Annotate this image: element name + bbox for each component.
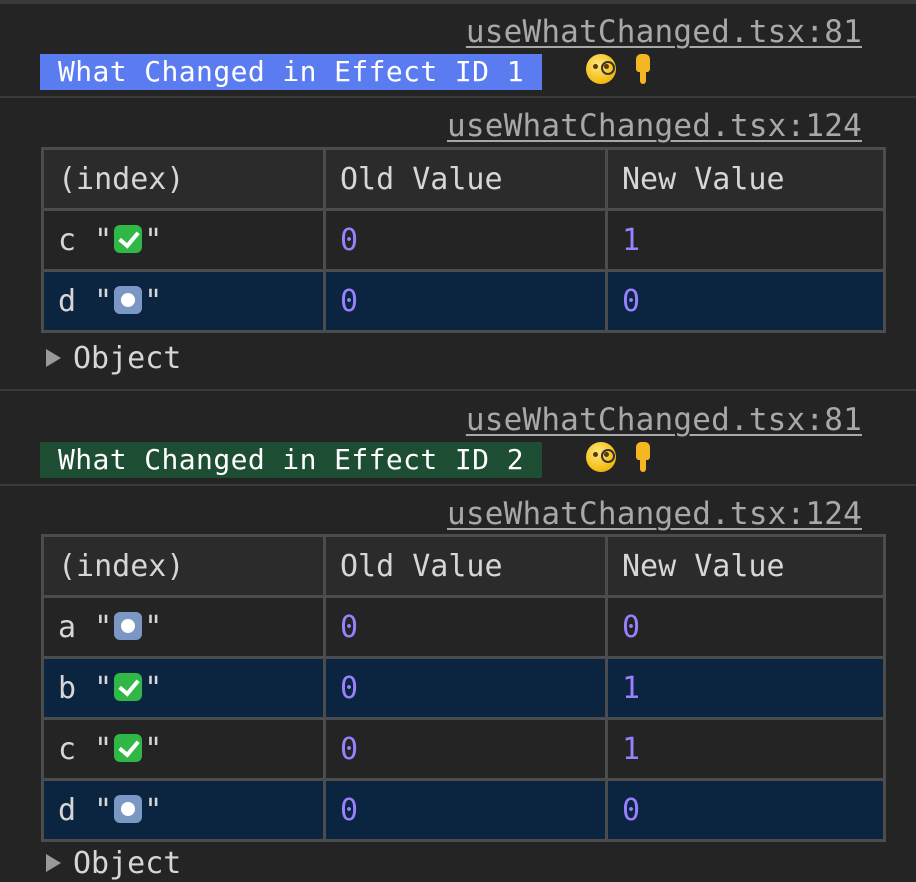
old-value-cell: 0: [323, 269, 608, 333]
check-mark-icon: [114, 224, 143, 253]
quote-open: ": [94, 731, 113, 767]
table-header-row: (index) Old Value New Value: [41, 147, 886, 211]
object-expander-2[interactable]: Object: [46, 846, 181, 882]
new-value-cell: 0: [605, 778, 886, 842]
new-value-cell: 0: [605, 269, 886, 333]
source-link-log-1[interactable]: useWhatChanged.tsx:81: [466, 14, 862, 50]
check-mark-icon: [114, 733, 143, 762]
table-row: d " " 0 0: [41, 778, 886, 842]
old-value-cell: 0: [323, 778, 608, 842]
new-value-cell: 0: [605, 595, 886, 659]
column-header-index[interactable]: (index): [41, 534, 326, 598]
quote-close: ": [144, 283, 163, 319]
changes-table-1: (index) Old Value New Value c " " 0 1 d "…: [41, 147, 886, 333]
row-key: c: [58, 731, 77, 767]
quote-close: ": [144, 670, 163, 706]
row-index-cell: d " ": [41, 269, 326, 333]
pointing-down-icon: [632, 54, 654, 93]
table-row: c " " 0 1: [41, 208, 886, 272]
old-value-cell: 0: [323, 656, 608, 720]
column-header-new-value[interactable]: New Value: [605, 534, 886, 598]
table-row: b " " 0 1: [41, 656, 886, 720]
quote-open: ": [94, 222, 113, 258]
changes-table-2: (index) Old Value New Value a " " 0 0 b "…: [41, 534, 886, 842]
table-row: d " " 0 0: [41, 269, 886, 333]
table-row: a " " 0 0: [41, 595, 886, 659]
row-index-cell: c " ": [41, 208, 326, 272]
row-index-cell: c " ": [41, 717, 326, 781]
old-value-cell: 0: [323, 208, 608, 272]
top-border: [0, 0, 916, 4]
face-with-monocle-icon: [586, 54, 616, 93]
record-button-icon: [114, 794, 143, 823]
quote-open: ": [94, 283, 113, 319]
quote-close: ": [144, 222, 163, 258]
quote-close: ": [144, 609, 163, 645]
quote-close: ": [144, 731, 163, 767]
row-key: b: [58, 670, 77, 706]
new-value-cell: 1: [605, 208, 886, 272]
quote-open: ": [94, 670, 113, 706]
new-value-cell: 1: [605, 717, 886, 781]
record-button-icon: [114, 285, 143, 314]
object-expander-1[interactable]: Object: [46, 341, 181, 377]
new-value-cell: 1: [605, 656, 886, 720]
source-link-log-2[interactable]: useWhatChanged.tsx:81: [466, 402, 862, 438]
effect-badge-1: What Changed in Effect ID 1: [40, 54, 542, 90]
row-key: a: [58, 609, 77, 645]
quote-open: ": [94, 609, 113, 645]
quote-close: ": [144, 792, 163, 828]
column-header-new-value[interactable]: New Value: [605, 147, 886, 211]
source-link-table-1[interactable]: useWhatChanged.tsx:124: [447, 108, 862, 144]
column-header-index[interactable]: (index): [41, 147, 326, 211]
row-index-cell: a " ": [41, 595, 326, 659]
row-key: d: [58, 792, 77, 828]
table-header-row: (index) Old Value New Value: [41, 534, 886, 598]
source-link-table-2[interactable]: useWhatChanged.tsx:124: [447, 496, 862, 532]
column-header-old-value[interactable]: Old Value: [323, 534, 608, 598]
log-divider: [0, 389, 916, 391]
row-index-cell: b " ": [41, 656, 326, 720]
old-value-cell: 0: [323, 717, 608, 781]
expand-triangle-icon[interactable]: [46, 349, 61, 367]
object-label: Object: [73, 846, 182, 881]
old-value-cell: 0: [323, 595, 608, 659]
row-key: c: [58, 222, 77, 258]
object-label: Object: [73, 341, 182, 376]
quote-open: ": [94, 792, 113, 828]
pointing-down-icon: [632, 442, 654, 481]
expand-triangle-icon[interactable]: [46, 854, 61, 872]
record-button-icon: [114, 611, 143, 640]
log-divider: [0, 96, 916, 98]
face-with-monocle-icon: [586, 442, 616, 481]
row-key: d: [58, 283, 77, 319]
effect-badge-2: What Changed in Effect ID 2: [40, 442, 542, 478]
log-divider: [0, 484, 916, 486]
check-mark-icon: [114, 672, 143, 701]
table-row: c " " 0 1: [41, 717, 886, 781]
row-index-cell: d " ": [41, 778, 326, 842]
column-header-old-value[interactable]: Old Value: [323, 147, 608, 211]
